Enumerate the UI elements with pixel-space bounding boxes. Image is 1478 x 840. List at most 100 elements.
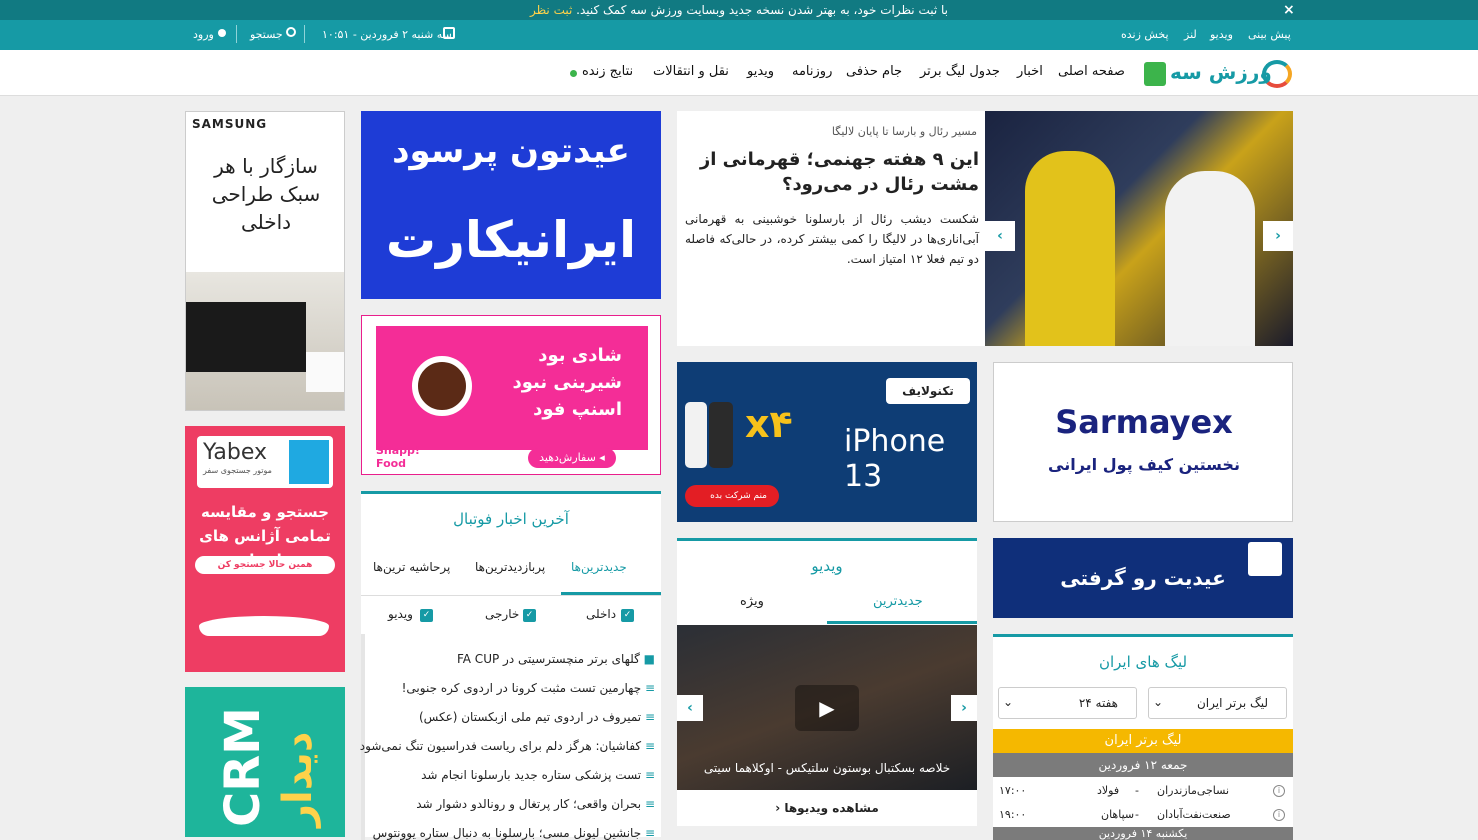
list-item[interactable]: ≡ تست پزشکی ستاره جدید بارسلونا انجام شد bbox=[421, 768, 655, 782]
search-link[interactable]: جستجو bbox=[250, 28, 283, 41]
topnav-video[interactable]: ویدیو bbox=[1210, 28, 1233, 41]
video-next-button[interactable]: › bbox=[951, 695, 977, 721]
video-tab-special[interactable]: ویژه bbox=[740, 594, 764, 609]
phone-shape bbox=[685, 402, 707, 468]
brand-name[interactable]: ورزش سه bbox=[1170, 60, 1272, 84]
info-icon[interactable]: i bbox=[1273, 785, 1285, 797]
news-link[interactable]: تمیروف در اردوی تیم ملی ازبکستان (عکس) bbox=[419, 710, 641, 724]
tv-shape bbox=[186, 302, 306, 372]
sarmayex-ad[interactable]: Sarmayex نخستین کیف پول ایرانی bbox=[993, 362, 1293, 522]
login-link[interactable]: ورود bbox=[193, 28, 214, 41]
video-icon: ■ bbox=[639, 652, 655, 666]
table-row[interactable]: i صنعت‌نفت‌آبادان - سپاهان ۱۹:۰۰ bbox=[993, 803, 1293, 827]
video-tab-newest[interactable]: جدیدترین bbox=[873, 594, 923, 609]
news-link[interactable]: گلهای برتر منچسترسیتی در FA CUP bbox=[457, 652, 640, 666]
chevron-down-icon: ⌄ bbox=[1003, 695, 1014, 709]
news-link[interactable]: جانشین لیونل مسی؛ بارسلونا به دنبال ستار… bbox=[373, 826, 641, 840]
announcement-bar: با ثبت نظرات خود، به بهتر شدن نسخه جدید … bbox=[0, 0, 1478, 20]
divider bbox=[236, 25, 237, 43]
crm-fa-text: دیدار bbox=[275, 731, 321, 827]
nav-live-results[interactable]: نتایج زنده bbox=[582, 64, 633, 79]
calendar-icon bbox=[443, 27, 455, 39]
video-caption[interactable]: خلاصه بسکتبال بوستون سلتیکس - اوکلاهما س… bbox=[677, 761, 977, 775]
nav-newspaper[interactable]: روزنامه bbox=[792, 64, 832, 79]
table-row[interactable]: i نساجی‌مازندران - فولاد ۱۷:۰۰ bbox=[993, 779, 1293, 803]
nav-league-table[interactable]: جدول لیگ برتر bbox=[920, 64, 1000, 79]
more-videos-link[interactable]: مشاهده ویدیوها ‹ bbox=[677, 801, 977, 815]
user-icon[interactable] bbox=[218, 29, 226, 37]
text-icon: ≡ bbox=[641, 797, 655, 811]
filter-video-checkbox[interactable]: ✓ bbox=[420, 609, 433, 622]
topnav-predict[interactable]: پیش بینی bbox=[1248, 28, 1291, 41]
live-dot-icon bbox=[570, 70, 577, 77]
list-item[interactable]: ≡ بحران واقعی؛ کار پرتغال و رونالدو دشوا… bbox=[416, 797, 655, 811]
filter-foreign-checkbox[interactable]: ✓ bbox=[523, 609, 536, 622]
tab-newest[interactable]: جدیدترین‌ها bbox=[571, 560, 627, 574]
topnav-live[interactable]: پخش زنده bbox=[1121, 28, 1169, 41]
league-name-bar: لیگ برتر ایران bbox=[993, 729, 1293, 753]
sarmayex-name: Sarmayex bbox=[1055, 403, 1233, 441]
latest-news-title: آخرین اخبار فوتبال bbox=[453, 510, 569, 528]
leagues-panel: لیگ های ایران لیگ برتر ایران ⌄ هفته ۲۴ ⌄… bbox=[993, 634, 1293, 840]
player-yellow bbox=[1025, 151, 1115, 346]
week-select[interactable]: هفته ۲۴ bbox=[998, 687, 1137, 719]
iranicard-ad[interactable]: عیدتون پرسود ایرانیکارت bbox=[361, 111, 661, 299]
home-team: صنعت‌نفت‌آبادان bbox=[1157, 808, 1231, 821]
nav-news[interactable]: اخبار bbox=[1017, 64, 1043, 79]
leagues-title: لیگ های ایران bbox=[1098, 653, 1188, 671]
snapp-order-button[interactable]: سفارش‌دهید ◂ bbox=[528, 448, 616, 468]
sarmayex-sub: نخستین کیف پول ایرانی bbox=[1048, 455, 1240, 474]
nav-video[interactable]: ویدیو bbox=[747, 64, 774, 79]
filter-foreign-label: خارجی bbox=[485, 607, 520, 621]
video-prev-button[interactable]: ‹ bbox=[677, 695, 703, 721]
slider-prev-button[interactable]: ‹ bbox=[985, 221, 1015, 251]
yabex-ad[interactable]: Yabex موتور جستجوی سفر جستجو و مقایسه تم… bbox=[185, 426, 345, 672]
list-item[interactable]: ≡ جانشین لیونل مسی؛ بارسلونا به دنبال ست… bbox=[373, 826, 655, 840]
away-team: سپاهان bbox=[1101, 808, 1135, 821]
samsung-ad[interactable]: SAMSUNG سازگار با هر سبک طراحی داخلی bbox=[185, 111, 345, 411]
tab-controversial[interactable]: پرحاشیه ترین‌ها bbox=[373, 560, 450, 574]
filter-domestic-checkbox[interactable]: ✓ bbox=[621, 609, 634, 622]
tab-most-viewed[interactable]: پربازدیدترین‌ها bbox=[475, 560, 545, 574]
close-icon[interactable]: × bbox=[1283, 0, 1295, 20]
snappfood-ad[interactable]: شادی بود شیرینی نبود اسنپ فود سفارش‌دهید… bbox=[361, 315, 661, 475]
news-link[interactable]: تست پزشکی ستاره جدید بارسلونا انجام شد bbox=[421, 768, 641, 782]
snapp-text: شادی بود شیرینی نبود اسنپ فود bbox=[512, 345, 622, 420]
slider-next-button[interactable]: › bbox=[1263, 221, 1293, 251]
nav-transfers[interactable]: نقل و انتقالات bbox=[653, 64, 729, 79]
news-link[interactable]: کفاشیان: هرگز دلم برای ریاست فدراسیون تن… bbox=[360, 739, 641, 753]
text-icon: ≡ bbox=[641, 681, 655, 695]
iphone-text: iPhone 13 bbox=[844, 424, 946, 494]
topnav-lens[interactable]: لنز bbox=[1184, 28, 1197, 41]
slider-kicker: مسیر رئال و بارسا تا پایان لالیگا bbox=[831, 125, 977, 138]
feedback-link[interactable]: ثبت نظر bbox=[530, 3, 572, 17]
nav-home[interactable]: صفحه اصلی bbox=[1058, 64, 1125, 79]
search-icon[interactable] bbox=[286, 27, 296, 37]
news-link[interactable]: بحران واقعی؛ کار پرتغال و رونالدو دشوار … bbox=[416, 797, 641, 811]
scrollbar[interactable] bbox=[361, 634, 365, 840]
nav-cup[interactable]: جام حذفی bbox=[846, 64, 902, 79]
play-icon[interactable]: ▶ bbox=[795, 685, 859, 731]
tab-underline bbox=[827, 621, 977, 624]
join-button[interactable]: منم شرکت بده bbox=[685, 485, 779, 507]
slider-headline[interactable]: این ۹ هفته جهنمی؛ قهرمانی از مشت رئال در… bbox=[687, 147, 979, 197]
league-select[interactable]: لیگ برتر ایران bbox=[1148, 687, 1287, 719]
list-item[interactable]: ≡ کفاشیان: هرگز دلم برای ریاست فدراسیون … bbox=[360, 739, 655, 753]
vs-dash: - bbox=[1135, 784, 1139, 797]
eidi-text: عیدیت رو گرفتی bbox=[1060, 566, 1226, 590]
video-thumbnail[interactable]: ▶ خلاصه بسکتبال بوستون سلتیکس - اوکلاهما… bbox=[677, 625, 977, 790]
date-label: سه شنبه ۲ فروردین - ۱۰:۵۱ bbox=[322, 28, 452, 41]
technolife-ad[interactable]: تکنولایف iPhone 13 x۴ منم شرکت بده bbox=[677, 362, 977, 522]
list-item[interactable]: ≡ چهارمین تست مثبت کرونا در اردوی کره جن… bbox=[402, 681, 655, 695]
slider-image[interactable] bbox=[985, 111, 1293, 346]
crm-text: CRM bbox=[215, 707, 271, 827]
info-icon[interactable]: i bbox=[1273, 809, 1285, 821]
eidi-ad[interactable]: عیدیت رو گرفتی bbox=[993, 538, 1293, 618]
match-time: ۱۹:۰۰ bbox=[999, 808, 1027, 821]
yabex-search-button[interactable]: همین حالا جستجو کن bbox=[195, 556, 335, 574]
list-item[interactable]: ■ گلهای برتر منچسترسیتی در FA CUP bbox=[457, 652, 655, 666]
list-item[interactable]: ≡ تمیروف در اردوی تیم ملی ازبکستان (عکس) bbox=[419, 710, 655, 724]
text-icon: ≡ bbox=[641, 739, 655, 753]
crm-ad[interactable]: CRM دیدار bbox=[185, 687, 345, 837]
news-link[interactable]: چهارمین تست مثبت کرونا در اردوی کره جنوب… bbox=[402, 681, 642, 695]
